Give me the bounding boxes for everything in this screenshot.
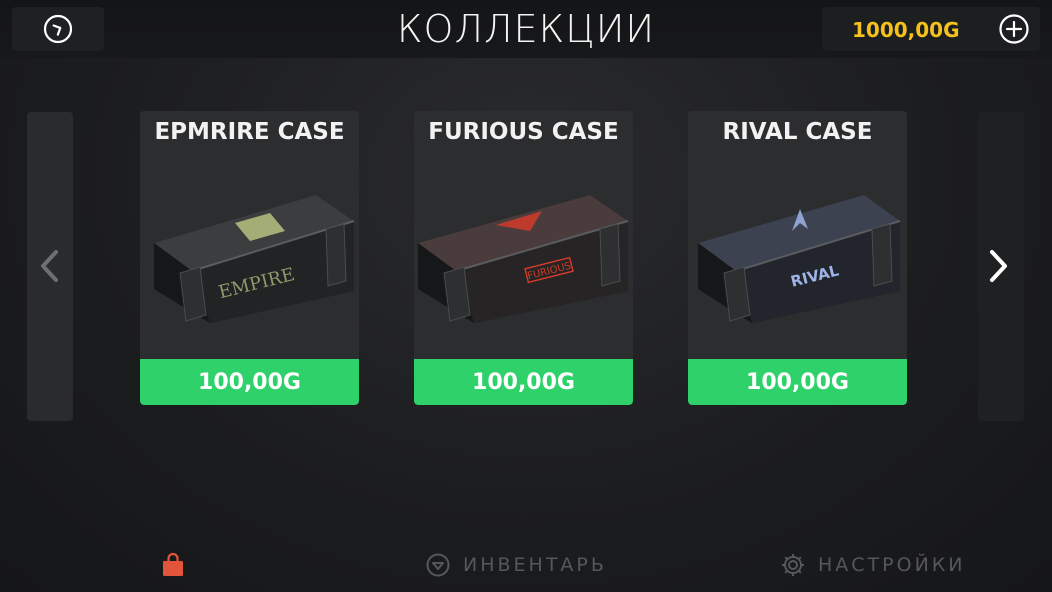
gear-icon xyxy=(782,554,804,576)
case-title: EPMRIRE CASE xyxy=(154,119,345,145)
back-button[interactable] xyxy=(12,7,104,51)
nav-inventory[interactable]: ИНВЕНТАРЬ xyxy=(425,538,607,592)
case-title: FURIOUS CASE xyxy=(428,119,619,145)
case-price-button[interactable]: 100,00G xyxy=(414,359,633,405)
case-image: RIVAL xyxy=(698,195,901,323)
back-circle-icon xyxy=(43,14,73,44)
case-price-button[interactable]: 100,00G xyxy=(688,359,907,405)
case-card-furious[interactable]: FURIOUS CASE FURIOUS 100,00G xyxy=(414,111,633,405)
balance-display: 1000,00G xyxy=(822,7,1040,51)
nav-shop[interactable] xyxy=(160,538,198,592)
shopping-bag-icon xyxy=(163,552,183,576)
balance-value: 1000,00G xyxy=(852,18,960,42)
nav-settings-label: НАСТРОЙКИ xyxy=(818,554,966,576)
case-card-empire[interactable]: EPMRIRE CASE EMPIRE 100,00G xyxy=(140,111,359,405)
top-bar: КОЛЛЕКЦИИ 1000,00G xyxy=(0,0,1052,58)
chevron-right-icon[interactable] xyxy=(983,246,1013,286)
plus-circle-icon[interactable] xyxy=(998,13,1030,45)
nav-inventory-label: ИНВЕНТАРЬ xyxy=(463,554,607,576)
case-price-button[interactable]: 100,00G xyxy=(140,359,359,405)
case-title: RIVAL CASE xyxy=(722,119,873,145)
case-image: EMPIRE xyxy=(154,195,355,323)
bottom-navigation: ИНВЕНТАРЬ НАСТРОЙКИ xyxy=(0,538,1052,592)
nav-settings[interactable]: НАСТРОЙКИ xyxy=(780,538,966,592)
case-card-rival[interactable]: RIVAL CASE RIVAL 100,00G xyxy=(688,111,907,405)
inventory-icon xyxy=(426,553,450,577)
case-image: FURIOUS xyxy=(418,195,629,323)
chevron-left-icon[interactable] xyxy=(35,246,65,286)
